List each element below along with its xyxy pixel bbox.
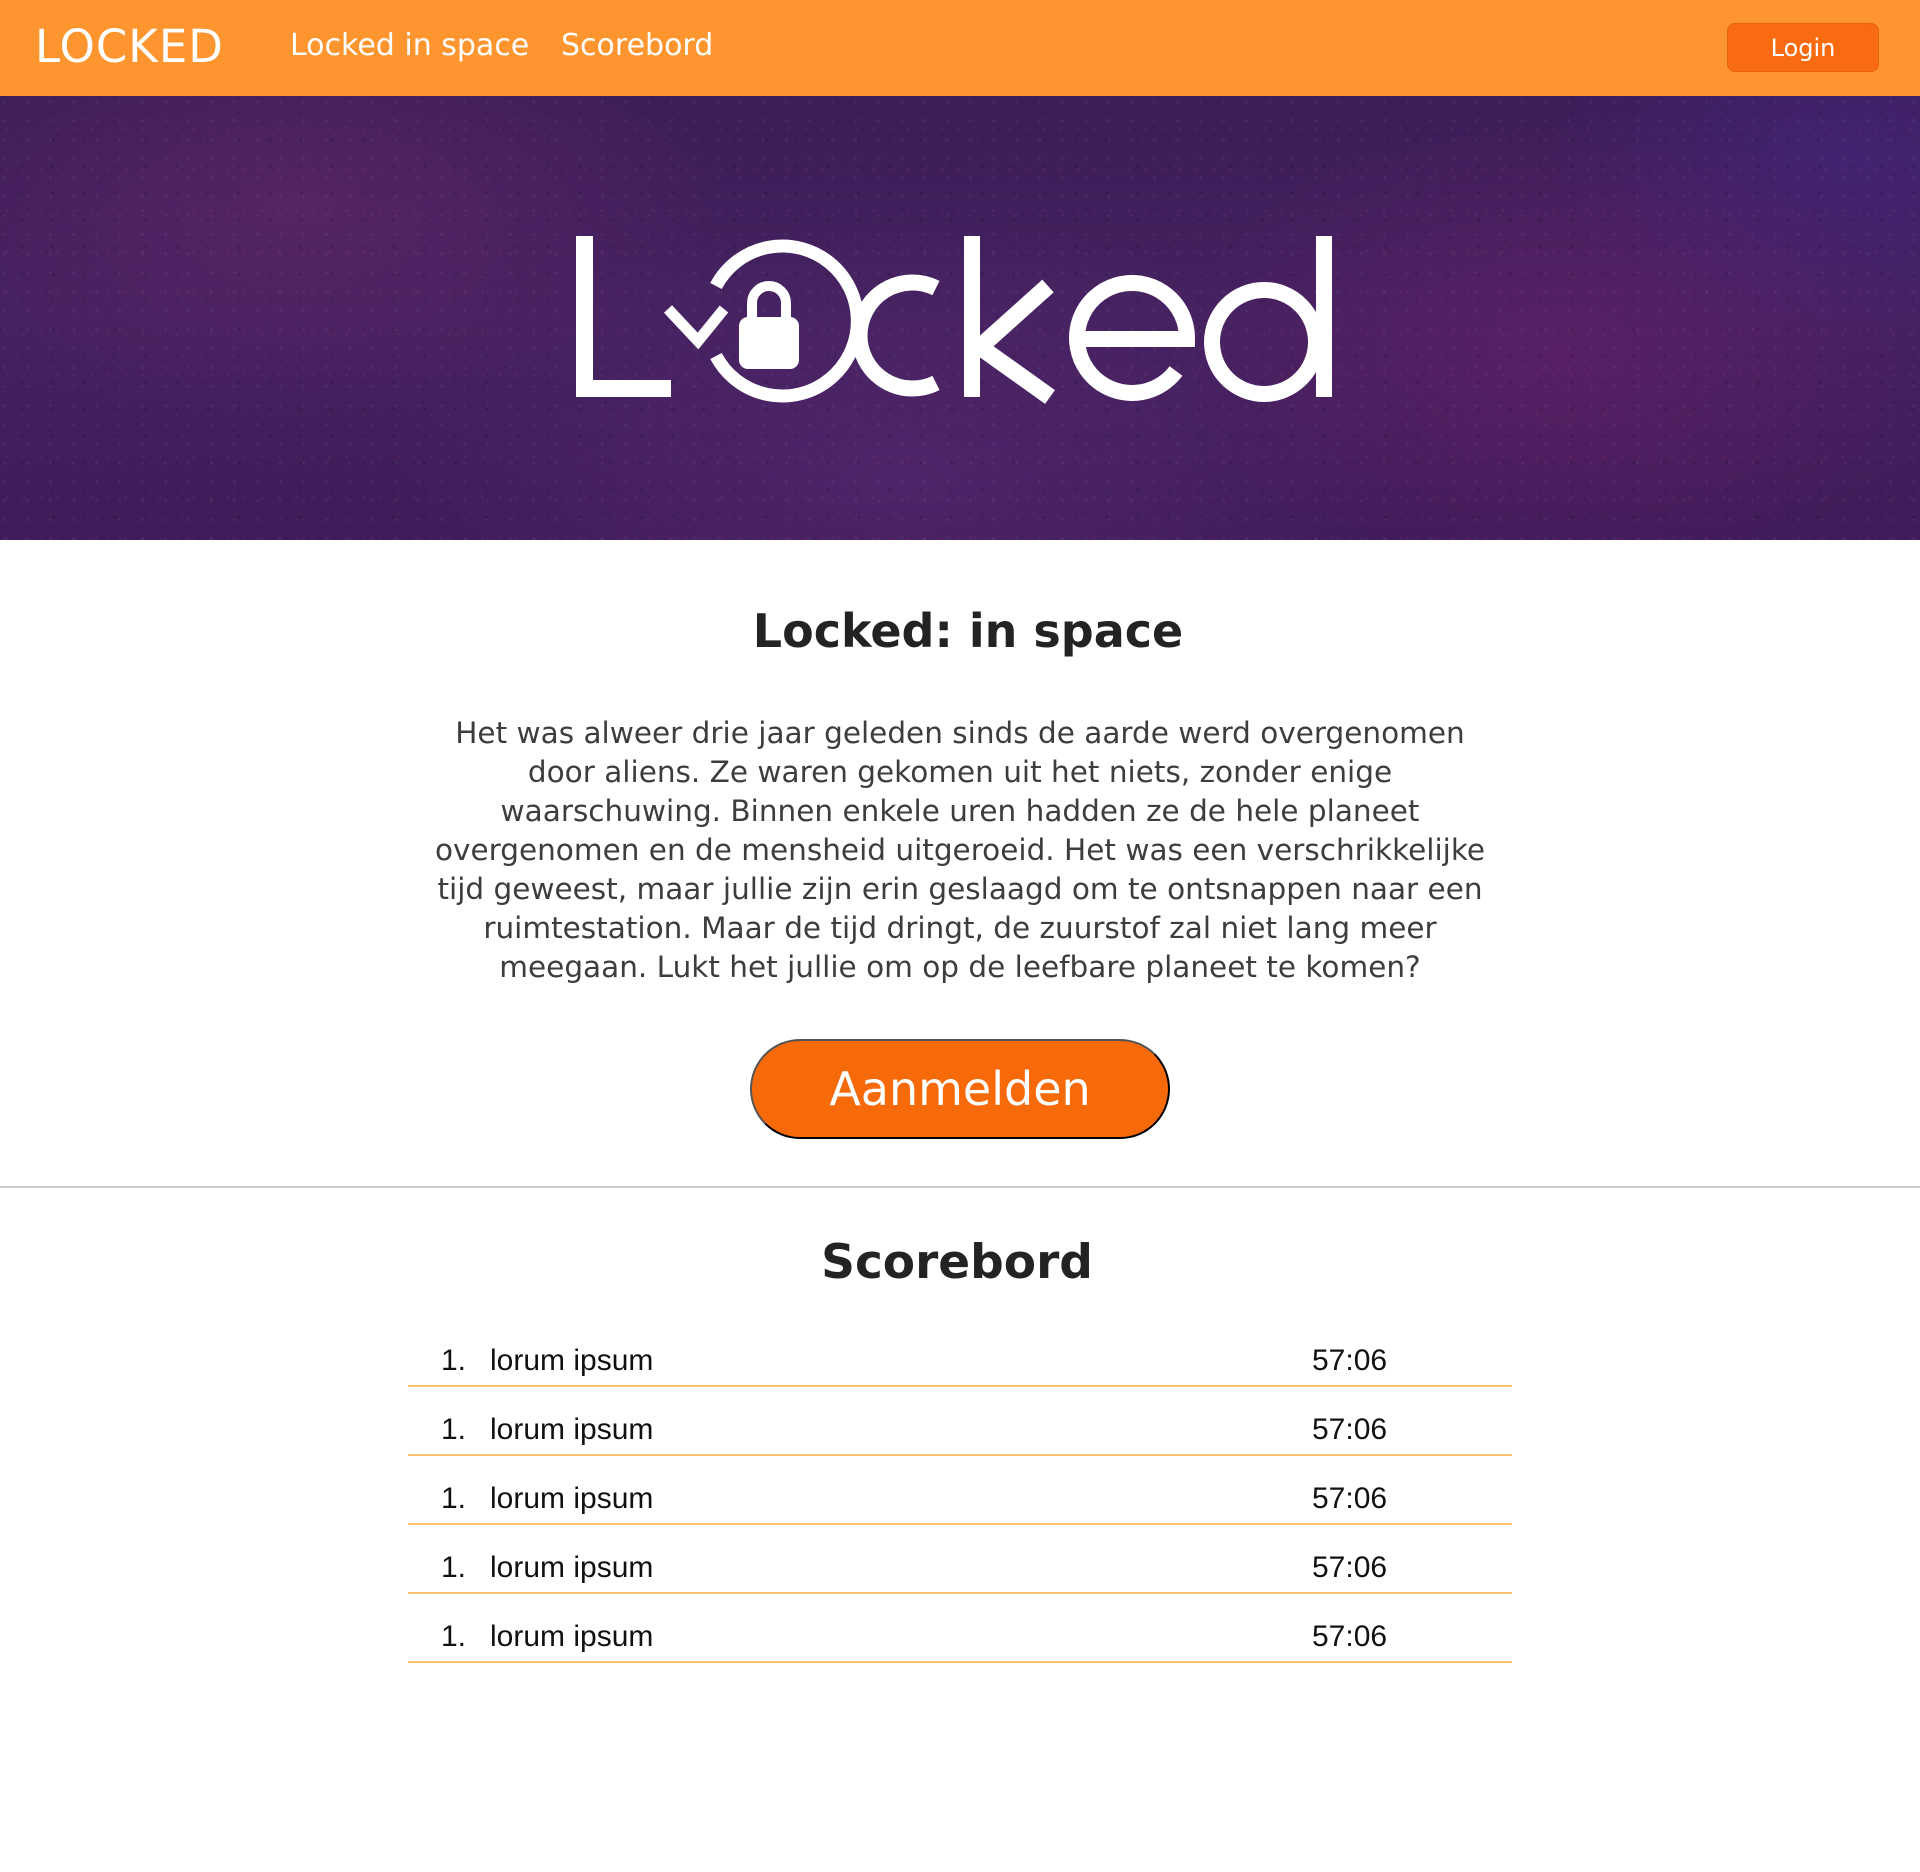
- login-button[interactable]: Login: [1727, 23, 1879, 72]
- aanmelden-button[interactable]: Aanmelden: [750, 1039, 1170, 1139]
- nav-link-locked-in-space[interactable]: Locked in space: [290, 28, 529, 63]
- logo-letter-d: [1204, 236, 1332, 402]
- locked-logo: [576, 236, 1332, 404]
- lock-refresh-icon: [663, 239, 864, 403]
- score-time: 57:06: [1312, 1482, 1388, 1515]
- logo-letter-e: [1069, 275, 1196, 401]
- scoreboard-row: 1. lorum ipsum 57:06: [408, 1594, 1512, 1663]
- score-rank: 1.: [441, 1620, 467, 1653]
- brand-logo[interactable]: LOCKED: [35, 20, 224, 73]
- hero-banner: [0, 96, 1920, 540]
- scoreboard-list: 1. lorum ipsum 57:06 1. lorum ipsum 57:0…: [408, 1318, 1512, 1663]
- page-title: Locked: in space: [752, 604, 1184, 658]
- nav-link-scorebord[interactable]: Scorebord: [561, 28, 713, 63]
- score-rank: 1.: [441, 1344, 467, 1377]
- score-team-name: lorum ipsum: [490, 1482, 654, 1515]
- scoreboard-row: 1. lorum ipsum 57:06: [408, 1318, 1512, 1387]
- intro-paragraph: Het was alweer drie jaar geleden sinds d…: [434, 716, 1486, 984]
- logo-letter-l: [576, 236, 671, 397]
- score-rank: 1.: [441, 1551, 467, 1584]
- score-rank: 1.: [441, 1482, 467, 1515]
- score-rank: 1.: [441, 1413, 467, 1446]
- score-team-name: lorum ipsum: [490, 1413, 654, 1446]
- scoreboard-title: Scorebord: [821, 1235, 1093, 1290]
- score-team-name: lorum ipsum: [490, 1620, 654, 1653]
- logo-letter-c: [851, 274, 940, 397]
- score-team-name: lorum ipsum: [490, 1344, 654, 1377]
- score-time: 57:06: [1312, 1344, 1388, 1377]
- score-time: 57:06: [1312, 1413, 1388, 1446]
- score-team-name: lorum ipsum: [490, 1551, 654, 1584]
- navbar: LOCKED Locked in space Scorebord Login: [0, 0, 1920, 96]
- scoreboard-row: 1. lorum ipsum 57:06: [408, 1387, 1512, 1456]
- section-divider: [0, 1186, 1920, 1188]
- score-time: 57:06: [1312, 1551, 1388, 1584]
- scoreboard-row: 1. lorum ipsum 57:06: [408, 1525, 1512, 1594]
- logo-letter-k: [964, 236, 1055, 404]
- score-time: 57:06: [1312, 1620, 1388, 1653]
- scoreboard-row: 1. lorum ipsum 57:06: [408, 1456, 1512, 1525]
